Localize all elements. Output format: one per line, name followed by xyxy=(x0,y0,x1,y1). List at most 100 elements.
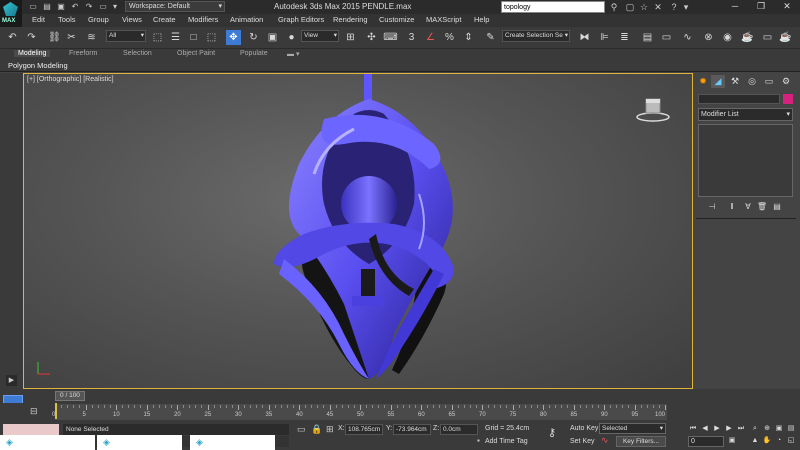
go-to-start-icon[interactable]: ⏮ xyxy=(688,424,698,434)
make-unique-icon[interactable]: ∀ xyxy=(742,201,754,213)
maximize-toggle-icon[interactable]: ◱ xyxy=(786,436,796,446)
snaps-toggle-icon[interactable]: 3 xyxy=(404,30,419,45)
percent-snap-icon[interactable]: % xyxy=(442,30,457,45)
key-curve-icon[interactable]: ∿ xyxy=(601,435,609,446)
show-end-result-icon[interactable]: ‖ xyxy=(726,201,738,213)
modifier-stack[interactable] xyxy=(698,124,793,197)
select-rotate-icon[interactable]: ↻ xyxy=(246,30,261,45)
align-icon[interactable]: ⊫ xyxy=(597,30,612,45)
taskbar-thumbnail-3[interactable]: ◈ xyxy=(190,435,275,450)
motion-tab-icon[interactable]: ◎ xyxy=(745,75,759,88)
menu-animation[interactable]: Animation xyxy=(230,15,263,24)
menu-views[interactable]: Views xyxy=(122,15,142,24)
app-logo[interactable]: MAX xyxy=(0,0,22,28)
zoom-all-icon[interactable]: ⊕ xyxy=(762,424,772,434)
set-key-icon[interactable]: ⚷ xyxy=(548,426,556,439)
menu-group[interactable]: Group xyxy=(88,15,109,24)
add-time-tag-button[interactable]: Add Time Tag xyxy=(485,438,528,445)
selection-lock-icon[interactable]: 🔒 xyxy=(311,424,322,435)
modifier-list-dropdown[interactable]: Modifier List ▾ xyxy=(698,108,793,121)
zoom-extents-icon[interactable]: ▣ xyxy=(774,424,784,434)
project-folder-icon[interactable]: ▭ xyxy=(98,2,108,12)
spinner-snap-icon[interactable]: ⇕ xyxy=(461,30,476,45)
binoculars-icon[interactable]: ⚲ xyxy=(608,1,620,13)
undo-icon[interactable]: ↶ xyxy=(5,30,20,45)
play-icon[interactable]: ▶ xyxy=(712,424,722,434)
help-icon[interactable]: ? xyxy=(668,1,680,13)
menu-help[interactable]: Help xyxy=(474,15,489,24)
absolute-mode-icon[interactable]: ⊞ xyxy=(326,424,334,435)
utilities-tab-icon[interactable]: ⚙ xyxy=(779,75,793,88)
time-tag-icon[interactable]: ▪ xyxy=(477,436,480,445)
menu-modifiers[interactable]: Modifiers xyxy=(188,15,218,24)
material-editor-icon[interactable]: ◉ xyxy=(720,30,735,45)
track-bar[interactable]: 0 5 10 15 20 25 30 35 40 45 50 55 60 65 70 75 80 85 90 95 10… xyxy=(0,403,800,421)
isolate-selection-icon[interactable]: ▭ xyxy=(297,424,306,435)
ribbon-options-icon[interactable]: ▬ ▾ xyxy=(287,50,299,58)
redo-icon[interactable]: ↷ xyxy=(84,2,94,12)
rectangular-selection-icon[interactable]: □ xyxy=(186,30,201,45)
angle-snap-icon[interactable]: ∠ xyxy=(423,30,438,45)
help-arrow-icon[interactable]: ▾ xyxy=(680,1,692,13)
pivot-center-icon[interactable]: ⊞ xyxy=(343,30,358,45)
window-crossing-icon[interactable]: ⬚ xyxy=(204,30,219,45)
expand-arrow-icon[interactable]: ▶ xyxy=(6,375,17,386)
tab-object-paint[interactable]: Object Paint xyxy=(177,50,215,57)
tab-selection[interactable]: Selection xyxy=(123,50,152,57)
menu-customize[interactable]: Customize xyxy=(379,15,414,24)
tab-populate[interactable]: Populate xyxy=(240,50,268,57)
menu-graph-editors[interactable]: Graph Editors xyxy=(278,15,324,24)
time-slider-thumb[interactable]: 0 / 100 xyxy=(55,391,85,401)
close-button[interactable]: ✕ xyxy=(774,0,800,12)
taskbar-thumbnail-1[interactable]: ◈ xyxy=(0,435,95,450)
open-file-icon[interactable]: ▤ xyxy=(42,2,52,12)
tab-modeling[interactable]: Modeling xyxy=(14,50,51,57)
modify-tab-icon[interactable]: ◢ xyxy=(711,75,725,88)
current-frame-field[interactable]: 0 xyxy=(688,436,724,447)
menu-maxscript[interactable]: MAXScript xyxy=(426,15,461,24)
named-selection-sets-dropdown[interactable]: Create Selection Se ▾ xyxy=(502,30,570,42)
link-icon[interactable]: ⛓ xyxy=(47,30,62,45)
mirror-icon[interactable]: ⧓ xyxy=(577,30,592,45)
time-configuration-icon[interactable]: ▣ xyxy=(727,436,737,446)
exchange-icon[interactable]: ✕ xyxy=(652,1,664,13)
workspace-select[interactable]: Workspace: Default ▾ xyxy=(125,1,225,12)
create-tab-icon[interactable]: ✹ xyxy=(696,75,710,88)
edit-named-selection-icon[interactable]: ✎ xyxy=(483,30,498,45)
pendant-object[interactable] xyxy=(24,74,693,389)
select-by-name-icon[interactable]: ☰ xyxy=(168,30,183,45)
menu-tools[interactable]: Tools xyxy=(58,15,76,24)
render-setup-icon[interactable]: ☕ xyxy=(740,30,755,45)
render-production-icon[interactable]: ☕ xyxy=(778,30,793,45)
select-place-icon[interactable]: ● xyxy=(284,30,299,45)
search-input[interactable]: topology xyxy=(501,1,605,13)
object-color-swatch[interactable] xyxy=(783,94,793,104)
display-tab-icon[interactable]: ▭ xyxy=(762,75,776,88)
save-icon[interactable]: ▣ xyxy=(56,2,66,12)
x-coordinate-field[interactable]: 108.765cm xyxy=(345,424,383,435)
set-key-button[interactable]: Set Key xyxy=(570,438,595,445)
tab-freeform[interactable]: Freeform xyxy=(69,50,97,57)
select-move-icon[interactable]: ✥ xyxy=(226,30,241,45)
maximize-button[interactable]: ❐ xyxy=(748,0,774,12)
curve-editor-icon[interactable]: ∿ xyxy=(680,30,695,45)
previous-frame-icon[interactable]: ◀ xyxy=(700,424,710,434)
toggle-layer-explorer-icon[interactable]: ▤ xyxy=(640,30,655,45)
viewcube-icon[interactable] xyxy=(636,97,670,123)
schematic-view-icon[interactable]: ⊗ xyxy=(701,30,716,45)
subscription-icon[interactable]: ▢ xyxy=(624,1,636,13)
menu-edit[interactable]: Edit xyxy=(32,15,45,24)
menu-rendering[interactable]: Rendering xyxy=(333,15,368,24)
y-coordinate-field[interactable]: -73.964cm xyxy=(393,424,431,435)
favorites-star-icon[interactable]: ☆ xyxy=(638,1,650,13)
pin-stack-icon[interactable]: ⊣ xyxy=(706,201,718,213)
new-file-icon[interactable]: ▭ xyxy=(28,2,38,12)
viewport-orthographic[interactable]: [+] [Orthographic] [Realistic] xyxy=(23,73,693,389)
object-name-field[interactable] xyxy=(698,94,780,104)
auto-key-button[interactable]: Auto Key xyxy=(570,425,598,432)
unlink-icon[interactable]: ✂ xyxy=(64,30,79,45)
customize-arrow-icon[interactable]: ▾ xyxy=(110,2,120,12)
taskbar-thumbnail-2[interactable]: ◈ xyxy=(97,435,182,450)
toggle-scene-explorer-icon[interactable]: ≣ xyxy=(617,30,632,45)
mini-curve-editor-icon[interactable]: ⊟ xyxy=(30,406,38,417)
